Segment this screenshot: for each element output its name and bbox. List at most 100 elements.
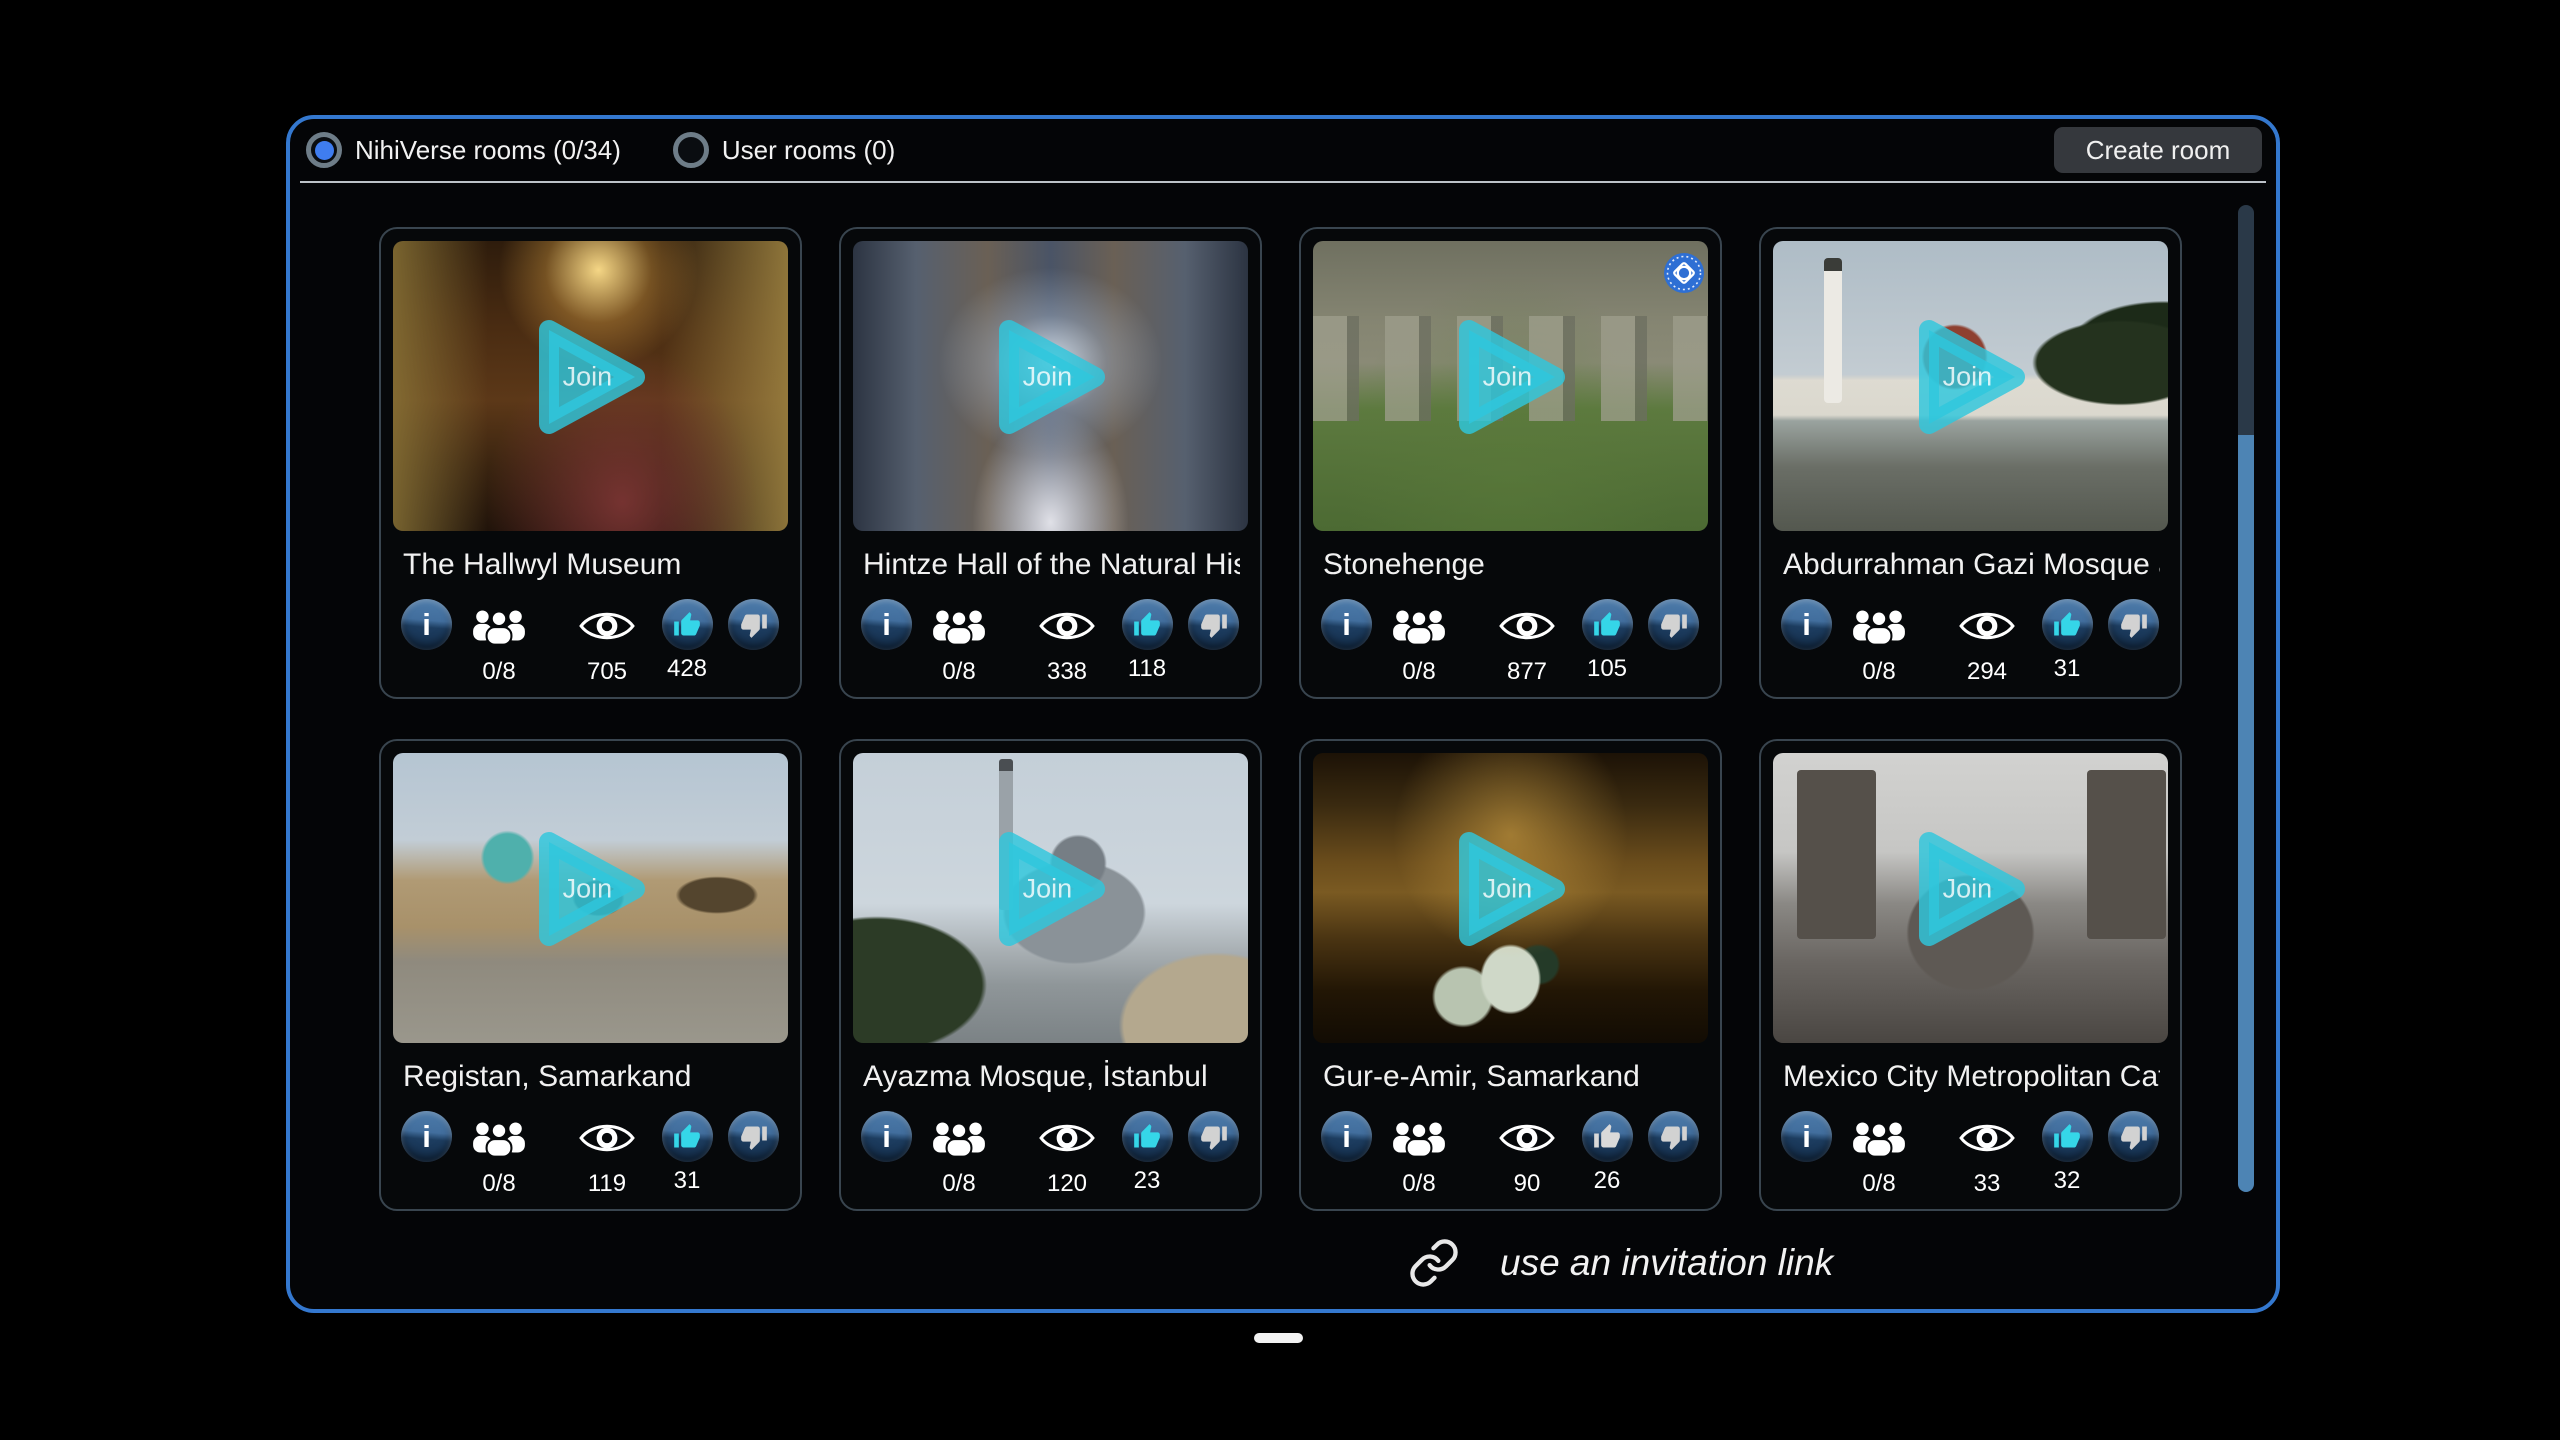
likes-count: 31 bbox=[674, 1167, 701, 1195]
like-button[interactable] bbox=[1122, 1111, 1173, 1162]
scrollbar[interactable] bbox=[2238, 205, 2254, 1192]
info-icon: i bbox=[1342, 1121, 1351, 1152]
dislike-button[interactable] bbox=[2108, 1111, 2159, 1162]
info-icon: i bbox=[422, 609, 431, 640]
like-button[interactable] bbox=[1582, 1111, 1633, 1162]
room-title: Ayazma Mosque, İstanbul bbox=[863, 1059, 1240, 1095]
join-button[interactable]: Join bbox=[1453, 316, 1569, 438]
members-icon bbox=[1850, 1111, 1908, 1165]
join-label: Join bbox=[1943, 874, 1993, 905]
room-card[interactable]: Join Mexico City Metropolitan Cat i 0/8 bbox=[1759, 739, 2182, 1211]
create-room-button[interactable]: Create room bbox=[2054, 127, 2262, 173]
members-icon bbox=[1850, 599, 1908, 653]
room-thumbnail[interactable]: Join bbox=[393, 241, 788, 531]
join-label: Join bbox=[563, 874, 613, 905]
radio-icon bbox=[673, 132, 709, 168]
views-count: 90 bbox=[1514, 1170, 1541, 1198]
room-title: Stonehenge bbox=[1323, 547, 1700, 583]
dislike-button[interactable] bbox=[728, 599, 779, 650]
room-card[interactable]: Join Abdurrahman Gazi Mosque a i 0/8 bbox=[1759, 227, 2182, 699]
info-button[interactable]: i bbox=[1321, 1111, 1372, 1162]
like-button[interactable] bbox=[662, 1111, 713, 1162]
likes-count: 32 bbox=[2054, 1167, 2081, 1195]
room-stats: i 0/8 bbox=[857, 599, 1260, 686]
thumbs-up-icon bbox=[2053, 1123, 2081, 1151]
like-button[interactable] bbox=[662, 599, 713, 650]
info-button[interactable]: i bbox=[861, 1111, 912, 1162]
join-label: Join bbox=[1023, 362, 1073, 393]
join-label: Join bbox=[1483, 874, 1533, 905]
room-title: The Hallwyl Museum bbox=[403, 547, 780, 583]
room-thumbnail[interactable]: Join bbox=[1773, 753, 2168, 1043]
info-button[interactable]: i bbox=[1781, 1111, 1832, 1162]
eye-icon bbox=[1498, 599, 1556, 653]
rooms-grid: Join The Hallwyl Museum i 0/8 bbox=[379, 227, 2182, 1211]
dislike-button[interactable] bbox=[2108, 599, 2159, 650]
radio-icon bbox=[306, 132, 342, 168]
room-thumbnail[interactable]: Join bbox=[1313, 241, 1708, 531]
rooms-dialog: NihiVerse rooms (0/34) User rooms (0) Cr… bbox=[286, 115, 2280, 1313]
thumbs-up-icon bbox=[1593, 611, 1621, 639]
room-card[interactable]: Join Hintze Hall of the Natural His i 0/… bbox=[839, 227, 1262, 699]
like-button[interactable] bbox=[1582, 599, 1633, 650]
capacity-count: 0/8 bbox=[1402, 658, 1435, 686]
tab-user-rooms[interactable]: User rooms (0) bbox=[673, 132, 895, 168]
thumbs-down-icon bbox=[1660, 1123, 1688, 1151]
like-button[interactable] bbox=[2042, 1111, 2093, 1162]
join-button[interactable]: Join bbox=[993, 316, 1109, 438]
room-thumbnail[interactable]: Join bbox=[1313, 753, 1708, 1043]
join-button[interactable]: Join bbox=[1913, 316, 2029, 438]
room-card[interactable]: Join The Hallwyl Museum i 0/8 bbox=[379, 227, 802, 699]
scrollbar-track[interactable] bbox=[2238, 205, 2254, 435]
thumbs-down-icon bbox=[740, 1123, 768, 1151]
invitation-link-button[interactable]: use an invitation link bbox=[1408, 1237, 1833, 1289]
info-button[interactable]: i bbox=[861, 599, 912, 650]
room-card[interactable]: Join Gur-e-Amir, Samarkand i 0/8 bbox=[1299, 739, 1722, 1211]
thumbs-down-icon bbox=[2120, 1123, 2148, 1151]
room-title: Hintze Hall of the Natural His bbox=[863, 547, 1240, 583]
info-icon: i bbox=[1802, 609, 1811, 640]
capacity-count: 0/8 bbox=[1862, 658, 1895, 686]
scrollbar-thumb[interactable] bbox=[2238, 435, 2254, 1192]
dislike-button[interactable] bbox=[1188, 1111, 1239, 1162]
join-button[interactable]: Join bbox=[533, 828, 649, 950]
info-button[interactable]: i bbox=[1781, 599, 1832, 650]
world-heritage-badge-icon bbox=[1664, 253, 1704, 293]
thumbs-up-icon bbox=[2053, 611, 2081, 639]
info-button[interactable]: i bbox=[1321, 599, 1372, 650]
info-button[interactable]: i bbox=[401, 1111, 452, 1162]
likes-count: 23 bbox=[1134, 1167, 1161, 1195]
dislike-button[interactable] bbox=[1188, 599, 1239, 650]
room-card[interactable]: Join Stonehenge i 0/8 bbox=[1299, 227, 1722, 699]
join-button[interactable]: Join bbox=[1913, 828, 2029, 950]
room-card[interactable]: Join Registan, Samarkand i 0/8 bbox=[379, 739, 802, 1211]
room-thumbnail[interactable]: Join bbox=[853, 241, 1248, 531]
tab-nihiverse-rooms[interactable]: NihiVerse rooms (0/34) bbox=[306, 132, 621, 168]
room-card[interactable]: Join Ayazma Mosque, İstanbul i 0/8 bbox=[839, 739, 1262, 1211]
like-button[interactable] bbox=[2042, 599, 2093, 650]
room-thumbnail[interactable]: Join bbox=[393, 753, 788, 1043]
info-button[interactable]: i bbox=[401, 599, 452, 650]
members-icon bbox=[930, 1111, 988, 1165]
like-button[interactable] bbox=[1122, 599, 1173, 650]
room-thumbnail[interactable]: Join bbox=[1773, 241, 2168, 531]
thumbs-down-icon bbox=[740, 611, 768, 639]
views-count: 338 bbox=[1047, 658, 1087, 686]
capacity-count: 0/8 bbox=[942, 658, 975, 686]
dislike-button[interactable] bbox=[1648, 1111, 1699, 1162]
join-button[interactable]: Join bbox=[1453, 828, 1569, 950]
eye-icon bbox=[578, 1111, 636, 1165]
dislike-button[interactable] bbox=[1648, 599, 1699, 650]
capacity-count: 0/8 bbox=[1862, 1170, 1895, 1198]
room-title: Gur-e-Amir, Samarkand bbox=[1323, 1059, 1700, 1095]
room-thumbnail[interactable]: Join bbox=[853, 753, 1248, 1043]
dislike-button[interactable] bbox=[728, 1111, 779, 1162]
join-button[interactable]: Join bbox=[993, 828, 1109, 950]
room-stats: i 0/8 bbox=[1777, 1111, 2180, 1198]
join-button[interactable]: Join bbox=[533, 316, 649, 438]
window-drag-handle[interactable] bbox=[1254, 1333, 1303, 1343]
members-icon bbox=[1390, 599, 1448, 653]
views-count: 877 bbox=[1507, 658, 1547, 686]
thumbs-up-icon bbox=[1133, 1123, 1161, 1151]
eye-icon bbox=[1038, 1111, 1096, 1165]
